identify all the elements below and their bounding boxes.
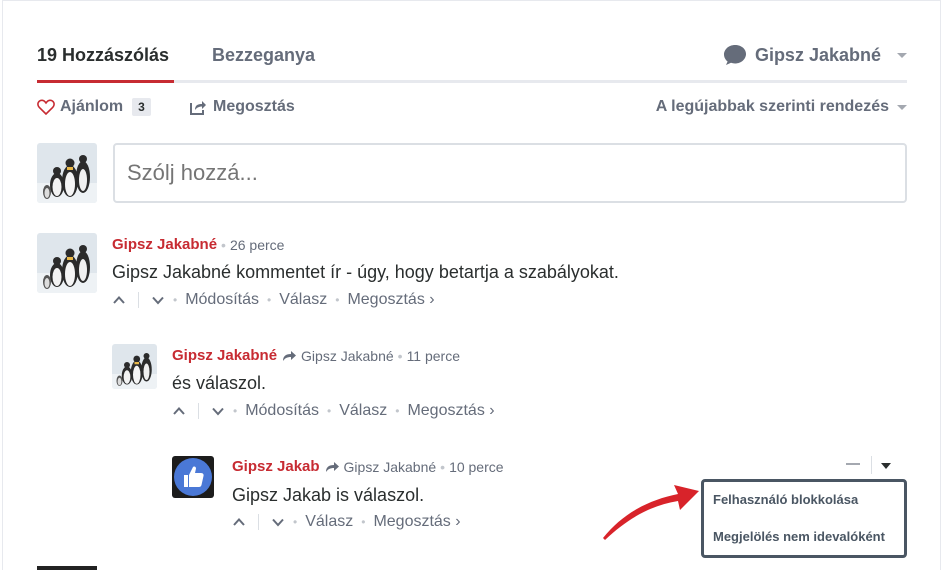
comment-menu-toggle[interactable]	[881, 463, 891, 469]
recommend-count-badge: 3	[132, 98, 151, 116]
comment-author[interactable]: Gipsz Jakabné	[112, 236, 217, 253]
separator-dot: •	[395, 404, 400, 418]
avatar	[37, 143, 97, 203]
separator-dot: •	[267, 293, 272, 307]
avatar[interactable]	[37, 233, 97, 293]
upvote-icon[interactable]	[172, 404, 186, 418]
share-link[interactable]: Megosztás ›	[347, 291, 434, 309]
comment-options-dropdown: Felhasználó blokkolása Megjelölés nem id…	[701, 479, 907, 558]
share-icon	[190, 101, 206, 115]
reply-arrow-icon	[325, 461, 339, 472]
share-label: Megosztás	[213, 98, 295, 115]
reply-to-name[interactable]: Gipsz Jakabné	[301, 348, 394, 364]
vote-controls	[112, 292, 165, 308]
separator-dot: •	[233, 404, 238, 418]
downvote-icon[interactable]	[211, 404, 225, 418]
tab-community[interactable]: Bezzeganya	[212, 44, 315, 66]
downvote-icon[interactable]	[151, 293, 165, 307]
block-user-menu-item[interactable]: Felhasználó blokkolása	[713, 492, 858, 507]
comment-body: és válaszol.	[172, 373, 267, 393]
avatar[interactable]	[172, 456, 214, 498]
comment-author[interactable]: Gipsz Jakab	[232, 458, 320, 475]
speech-bubble-icon	[723, 44, 747, 66]
share-button[interactable]: Megosztás	[190, 98, 295, 116]
user-menu[interactable]: Gipsz Jakabné	[723, 44, 907, 66]
separator-dot: •	[361, 515, 366, 529]
separator-dot: •	[335, 293, 340, 307]
upvote-icon[interactable]	[232, 515, 246, 529]
vote-controls	[172, 403, 225, 419]
sort-dropdown[interactable]: A legújabbak szerinti rendezés	[656, 98, 907, 116]
reply-link[interactable]: Válasz	[305, 513, 353, 531]
comment-header: Gipsz Jakabné • 26 perce	[112, 236, 284, 253]
edit-link[interactable]: Módosítás	[245, 402, 319, 420]
menu-divider	[871, 456, 872, 474]
vote-divider	[138, 292, 139, 308]
avatar	[37, 566, 97, 570]
meta-dot: •	[440, 458, 446, 475]
tab-comments[interactable]: 19 Hozzászólás	[37, 44, 169, 66]
upvote-icon[interactable]	[112, 293, 126, 307]
comment-header: Gipsz Jakabné Gipsz Jakabné • 11 perce	[172, 347, 460, 364]
reply-link[interactable]: Válasz	[339, 402, 387, 420]
heart-icon	[37, 99, 55, 115]
reply-arrow-icon	[283, 350, 297, 361]
recommend-label: Ajánlom	[60, 98, 124, 115]
user-menu-name: Gipsz Jakabné	[754, 44, 881, 65]
meta-dot: •	[397, 347, 403, 364]
comment-time[interactable]: 10 perce	[449, 459, 503, 475]
avatar[interactable]	[112, 344, 157, 389]
share-link[interactable]: Megosztás ›	[373, 513, 460, 531]
recommend-button[interactable]: Ajánlom 3	[37, 98, 151, 116]
separator-dot: •	[327, 404, 332, 418]
comment-time[interactable]: 26 perce	[230, 237, 284, 253]
flag-inappropriate-menu-item[interactable]: Megjelölés nem idevalóként	[713, 529, 885, 544]
meta-dot: •	[221, 236, 226, 253]
comment-body: Gipsz Jakab is válaszol.	[232, 485, 425, 505]
separator-dot: •	[173, 293, 178, 307]
active-tab-indicator	[37, 80, 174, 83]
comment-time[interactable]: 11 perce	[407, 348, 460, 364]
comment-body: Gipsz Jakabné kommentet ír - úgy, hogy b…	[112, 262, 619, 282]
comment-header: Gipsz Jakab Gipsz Jakabné • 10 perce	[232, 458, 504, 475]
downvote-icon[interactable]	[271, 515, 285, 529]
comment-input[interactable]	[113, 143, 907, 203]
chevron-down-icon	[897, 52, 907, 58]
comment-actions: • Válasz • Megosztás ›	[232, 513, 461, 531]
separator-dot: •	[293, 515, 298, 529]
collapse-icon[interactable]	[846, 463, 860, 465]
chevron-down-icon	[897, 104, 907, 110]
reply-link[interactable]: Válasz	[279, 291, 327, 309]
comment-actions: • Módosítás • Válasz • Megosztás ›	[112, 291, 435, 309]
sort-label: A legújabbak szerinti rendezés	[655, 98, 889, 115]
vote-controls	[232, 514, 285, 530]
vote-divider	[258, 514, 259, 530]
vote-divider	[198, 403, 199, 419]
comment-author[interactable]: Gipsz Jakabné	[172, 347, 277, 364]
comment-actions: • Módosítás • Válasz • Megosztás ›	[172, 402, 495, 420]
edit-link[interactable]: Módosítás	[185, 291, 259, 309]
share-link[interactable]: Megosztás ›	[407, 402, 494, 420]
annotation-arrow	[603, 485, 699, 540]
reply-to-name[interactable]: Gipsz Jakabné	[344, 459, 437, 475]
